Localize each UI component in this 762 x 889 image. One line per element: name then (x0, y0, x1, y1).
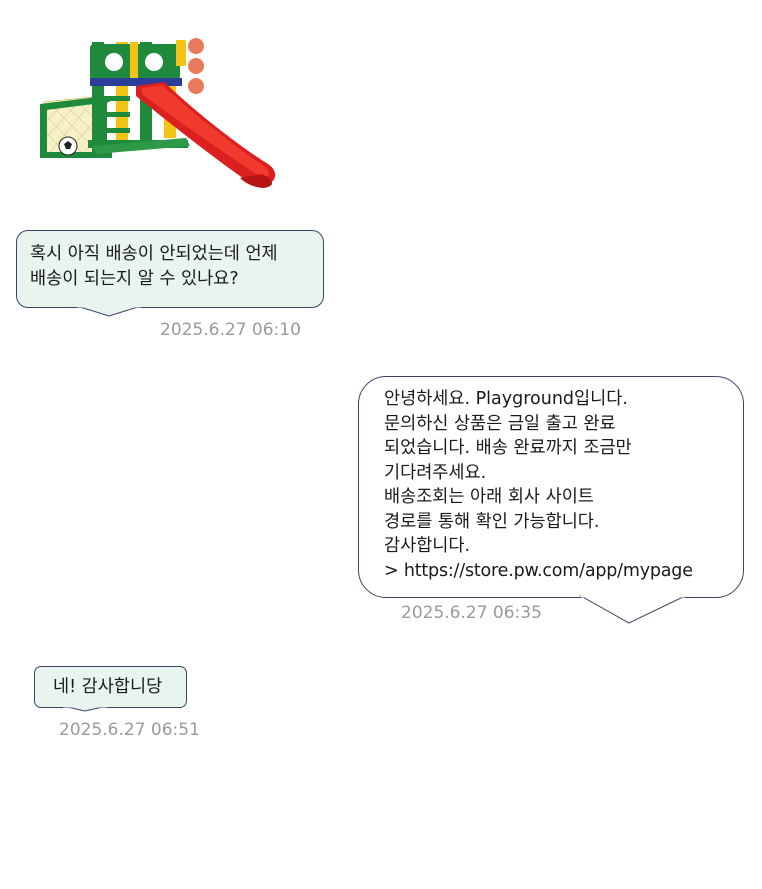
bubble-tail (76, 304, 142, 317)
message-timestamp: 2025.6.27 06:35 (401, 603, 542, 623)
message-text-line: 배송이 되는지 알 수 있나요? (30, 268, 239, 289)
message-text-line: 문의하신 상품은 금일 출고 완료 (384, 413, 616, 434)
message-text-line: 배송조회는 아래 회사 사이트 (384, 487, 594, 507)
message-text-line: 안녕하세요. Playground입니다. (384, 389, 628, 409)
message-timestamp: 2025.6.27 06:10 (160, 320, 301, 340)
message-text-line: 되었습니다. 배송 완료까지 조금만 (384, 438, 632, 458)
message-text-line: 네! 감사합니당 (53, 677, 163, 697)
message-text-line: 경로를 통해 확인 가능합니다. (384, 511, 600, 532)
bubble-tail (62, 704, 108, 712)
message-link-line[interactable]: > https://store.pw.com/app/mypage (384, 559, 743, 584)
message-text-line: 감사합니다. (384, 536, 471, 556)
message-text-line: 혹시 아직 배송이 안되었는데 언제 (30, 244, 278, 264)
staff-message-bubble: 안녕하세요. Playground입니다. 문의하신 상품은 금일 출고 완료 … (358, 376, 744, 624)
message-timestamp: 2025.6.27 06:51 (59, 720, 200, 740)
bubble-tail (579, 594, 686, 624)
customer-message-bubble: 혹시 아직 배송이 안되었는데 언제 배송이 되는지 알 수 있나요? (16, 230, 324, 317)
message-text-line: 기다려주세요. (384, 462, 487, 483)
customer-message-bubble: 네! 감사합니당 (34, 666, 187, 712)
red-slide (136, 82, 276, 188)
product-image (40, 38, 276, 188)
